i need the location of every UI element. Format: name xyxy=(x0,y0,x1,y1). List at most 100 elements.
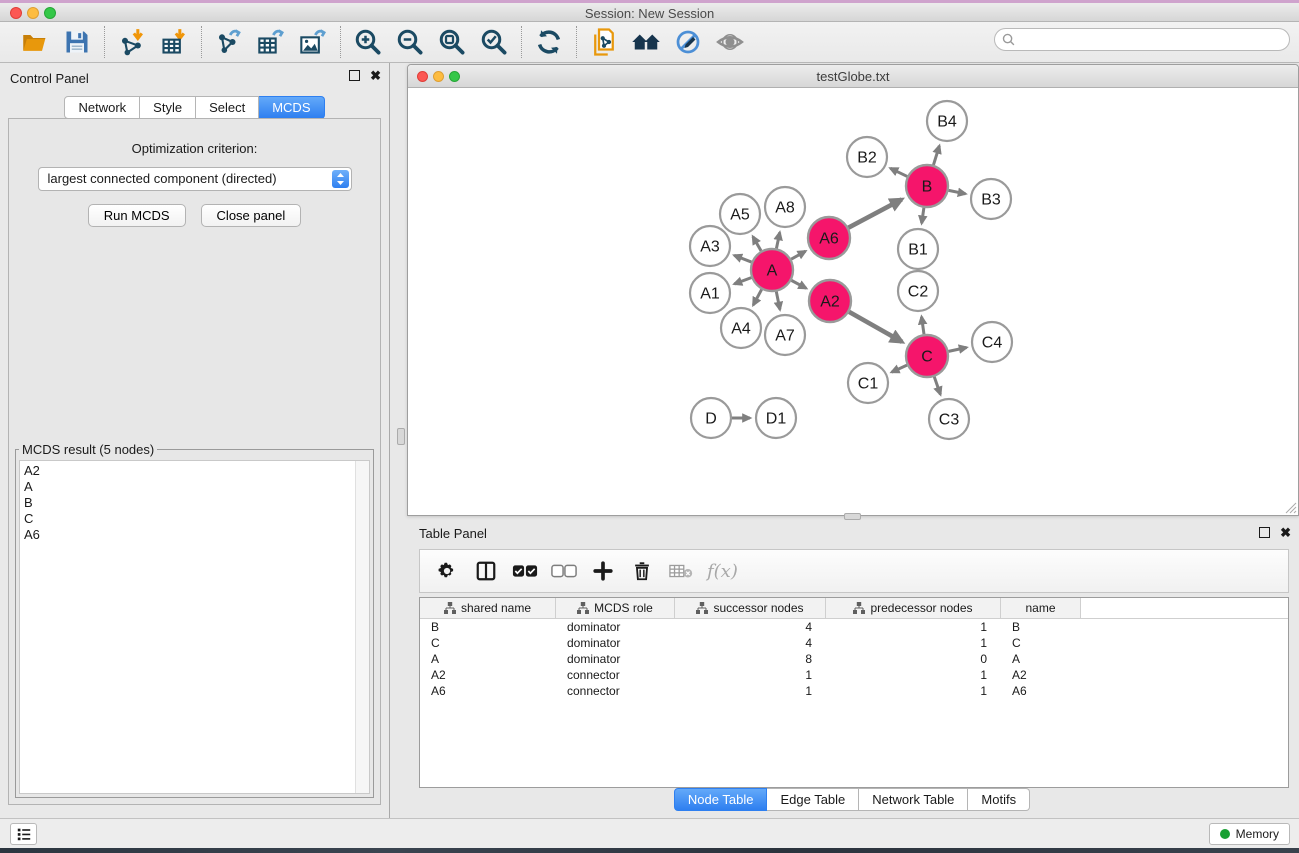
search-field[interactable] xyxy=(994,28,1290,51)
graph-node-A8[interactable]: A8 xyxy=(765,187,805,227)
refresh-icon[interactable] xyxy=(532,25,566,59)
graph-node-B4[interactable]: B4 xyxy=(927,101,967,141)
table-row[interactable]: A2connector11A2 xyxy=(420,667,1288,683)
panel-divider-horizontal[interactable] xyxy=(844,513,861,520)
graph-edge-C-C3[interactable] xyxy=(934,377,940,395)
import-network-icon[interactable] xyxy=(115,25,149,59)
column-header-predecessor-nodes[interactable]: predecessor nodes xyxy=(826,598,1001,618)
column-header-successor-nodes[interactable]: successor nodes xyxy=(675,598,826,618)
table-row[interactable]: Cdominator41C xyxy=(420,635,1288,651)
zoom-in-icon[interactable] xyxy=(351,25,385,59)
zoom-out-icon[interactable] xyxy=(393,25,427,59)
result-list-item[interactable]: A2 xyxy=(24,463,369,479)
graph-edge-A-A1[interactable] xyxy=(734,278,751,284)
tab-style[interactable]: Style xyxy=(140,96,196,119)
export-network-icon[interactable] xyxy=(212,25,246,59)
graph-node-A2[interactable]: A2 xyxy=(809,280,851,322)
search-input[interactable] xyxy=(1019,33,1289,47)
node-table[interactable]: shared nameMCDS rolesuccessor nodesprede… xyxy=(419,597,1289,788)
import-table-icon[interactable] xyxy=(157,25,191,59)
tab-node-table[interactable]: Node Table xyxy=(674,788,768,811)
export-image-icon[interactable] xyxy=(296,25,330,59)
result-scrollbar[interactable] xyxy=(355,461,369,793)
graph-node-C3[interactable]: C3 xyxy=(929,399,969,439)
graph-node-A3[interactable]: A3 xyxy=(690,226,730,266)
select-all-rows-icon[interactable] xyxy=(510,556,540,586)
tab-select[interactable]: Select xyxy=(196,96,259,119)
zoom-fit-icon[interactable] xyxy=(435,25,469,59)
select-stepper-icon[interactable] xyxy=(332,170,349,188)
close-panel-icon[interactable]: ✖ xyxy=(370,70,381,81)
graph-edge-B-B2[interactable] xyxy=(890,168,907,176)
save-session-icon[interactable] xyxy=(60,25,94,59)
graph-node-A6[interactable]: A6 xyxy=(808,217,850,259)
tab-network[interactable]: Network xyxy=(64,96,140,119)
network-window-titlebar[interactable]: testGlobe.txt xyxy=(408,65,1298,88)
graph-edge-A-A6[interactable] xyxy=(791,251,805,259)
network-graph[interactable]: A A1 A2 A3 A4 A5 A6 A7 A8 B B1 B2 B3B4 C C1 C2 C3C4 D D1 xyxy=(408,88,1298,515)
graph-edge-B-B1[interactable] xyxy=(922,208,924,223)
delete-column-trash-icon[interactable] xyxy=(627,556,657,586)
graph-edge-A-A3[interactable] xyxy=(734,255,751,262)
graph-node-B1[interactable]: B1 xyxy=(898,229,938,269)
graph-node-A7[interactable]: A7 xyxy=(765,315,805,355)
task-history-button[interactable] xyxy=(10,823,37,845)
graph-edge-C-C2[interactable] xyxy=(922,317,924,334)
graph-node-C2[interactable]: C2 xyxy=(898,271,938,311)
panel-divider-vertical[interactable] xyxy=(397,428,405,445)
hide-labels-icon[interactable] xyxy=(671,25,705,59)
graph-node-A1[interactable]: A1 xyxy=(690,273,730,313)
tab-edge-table[interactable]: Edge Table xyxy=(767,788,859,811)
create-column-icon[interactable] xyxy=(588,556,618,586)
graph-node-C[interactable]: C xyxy=(906,335,948,377)
close-panel-button[interactable]: Close panel xyxy=(201,204,302,227)
show-graphics-details-icon[interactable] xyxy=(713,25,747,59)
mcds-result-list[interactable]: A2ABCA6 xyxy=(19,460,370,794)
window-resize-grip[interactable] xyxy=(1284,501,1297,514)
graph-node-C1[interactable]: C1 xyxy=(848,363,888,403)
run-mcds-button[interactable]: Run MCDS xyxy=(88,204,186,227)
graph-edge-A-A8[interactable] xyxy=(776,232,779,248)
graph-node-D[interactable]: D xyxy=(691,398,731,438)
graph-node-B2[interactable]: B2 xyxy=(847,137,887,177)
zoom-selected-icon[interactable] xyxy=(477,25,511,59)
graph-edge-C-C4[interactable] xyxy=(949,347,967,351)
result-list-item[interactable]: B xyxy=(24,495,369,511)
table-row[interactable]: Bdominator41B xyxy=(420,619,1288,635)
float-panel-icon[interactable] xyxy=(1259,527,1270,538)
result-list-item[interactable]: C xyxy=(24,511,369,527)
column-header-MCDS-role[interactable]: MCDS role xyxy=(556,598,675,618)
graph-edge-A-A5[interactable] xyxy=(753,237,761,251)
column-header-shared-name[interactable]: shared name xyxy=(420,598,556,618)
float-panel-icon[interactable] xyxy=(349,70,360,81)
graph-edge-A-A2[interactable] xyxy=(791,280,806,288)
graph-node-C4[interactable]: C4 xyxy=(972,322,1012,362)
table-settings-gear-icon[interactable] xyxy=(432,556,462,586)
close-panel-icon[interactable]: ✖ xyxy=(1280,527,1291,538)
tab-mcds[interactable]: MCDS xyxy=(259,96,324,119)
home-icon[interactable] xyxy=(629,25,663,59)
tab-motifs[interactable]: Motifs xyxy=(968,788,1030,811)
graph-node-B[interactable]: B xyxy=(906,165,948,207)
criterion-select[interactable]: largest connected component (directed) xyxy=(38,167,352,191)
graph-node-A4[interactable]: A4 xyxy=(721,308,761,348)
memory-button[interactable]: Memory xyxy=(1209,823,1290,845)
graph-edge-A2-C[interactable] xyxy=(849,312,902,342)
open-session-icon[interactable] xyxy=(18,25,52,59)
column-header-name[interactable]: name xyxy=(1001,598,1081,618)
graph-node-A[interactable]: A xyxy=(751,249,793,291)
graph-node-B3[interactable]: B3 xyxy=(971,179,1011,219)
graph-edge-A6-B[interactable] xyxy=(848,199,901,227)
graph-edge-A-A4[interactable] xyxy=(753,289,761,305)
table-row[interactable]: A6connector11A6 xyxy=(420,683,1288,699)
result-list-item[interactable]: A xyxy=(24,479,369,495)
graph-edge-A-A7[interactable] xyxy=(776,292,780,310)
table-row[interactable]: Adominator80A xyxy=(420,651,1288,667)
graph-edge-B-B4[interactable] xyxy=(933,146,939,165)
result-list-item[interactable]: A6 xyxy=(24,527,369,543)
graph-node-A5[interactable]: A5 xyxy=(720,194,760,234)
graph-node-D1[interactable]: D1 xyxy=(756,398,796,438)
clone-network-icon[interactable] xyxy=(587,25,621,59)
tab-network-table[interactable]: Network Table xyxy=(859,788,968,811)
graph-edge-C-C1[interactable] xyxy=(892,365,907,372)
